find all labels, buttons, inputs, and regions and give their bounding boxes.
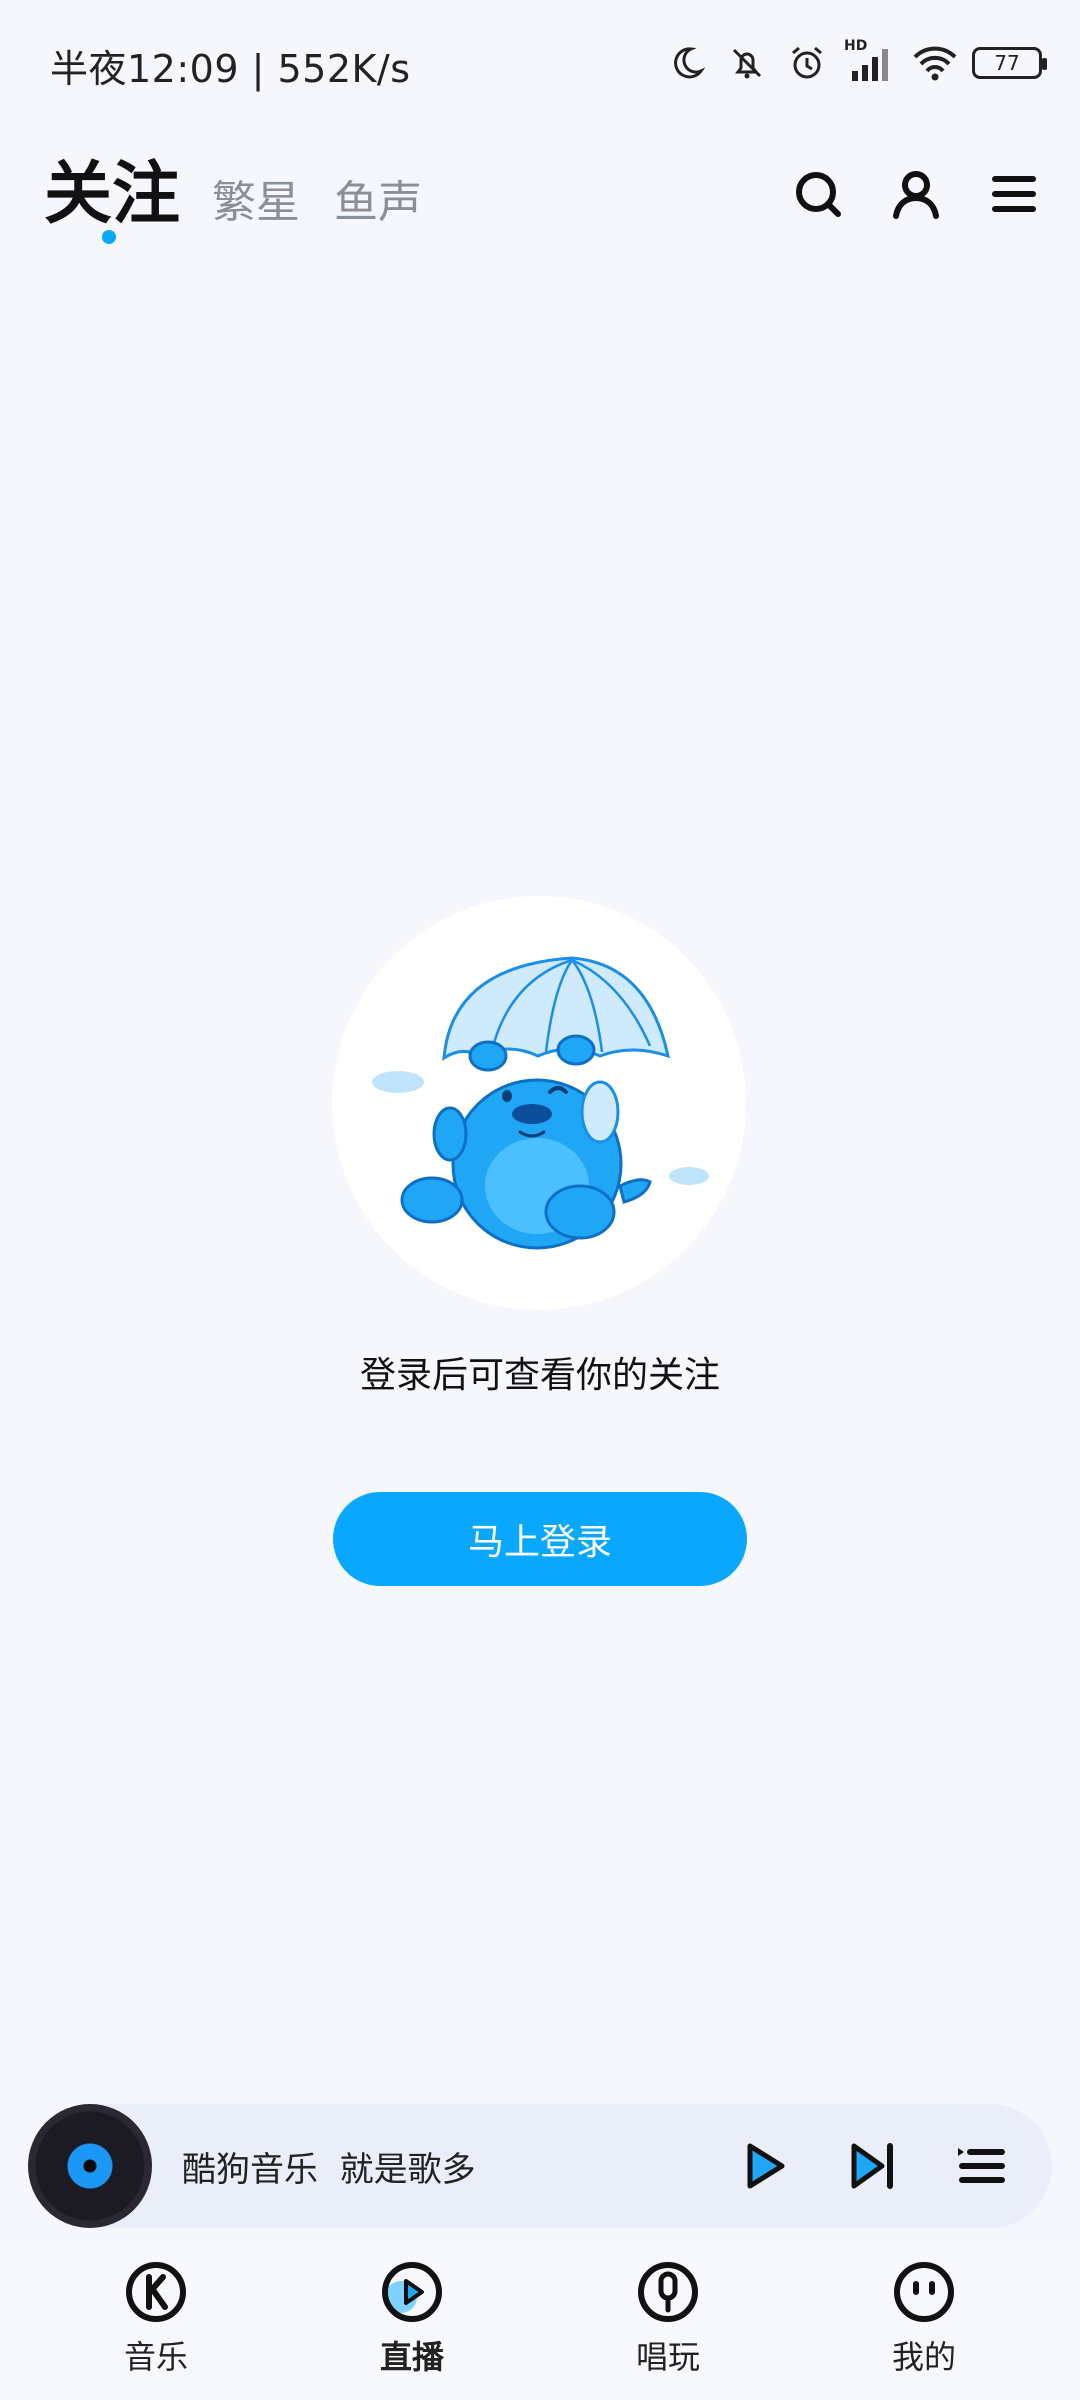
battery-indicator: 77	[972, 47, 1047, 79]
wifi-icon	[912, 40, 958, 86]
playlist-icon[interactable]	[952, 2138, 1008, 2194]
empty-state-illustration	[332, 896, 746, 1310]
moon-icon	[664, 40, 710, 86]
play-icon[interactable]	[736, 2138, 792, 2194]
mute-bell-icon	[724, 40, 770, 86]
nav-item-mine[interactable]: 我的	[844, 2258, 1004, 2378]
page: 半夜12:09 | 552K/s HD 77 关注 繁星 鱼声 登录后可查看你的…	[0, 0, 1080, 2400]
player-controls	[736, 2138, 1008, 2194]
nav-label-sing: 唱玩	[635, 2338, 700, 2376]
profile-icon[interactable]	[890, 168, 942, 220]
live-icon	[378, 2258, 446, 2326]
nav-item-live[interactable]: 直播	[332, 2258, 492, 2378]
nav-label-music: 音乐	[123, 2338, 188, 2376]
menu-icon[interactable]	[988, 168, 1040, 220]
album-disc-icon[interactable]	[28, 2104, 152, 2228]
network-badge: HD	[844, 38, 868, 54]
tab-stars[interactable]: 繁星	[212, 166, 300, 230]
next-icon[interactable]	[844, 2138, 900, 2194]
status-time: 半夜12:09 | 552K/s	[50, 47, 411, 91]
active-tab-indicator	[102, 230, 116, 244]
nav-item-music[interactable]: 音乐	[76, 2258, 236, 2378]
kugou-k-icon	[122, 2258, 190, 2326]
smiley-icon	[890, 2258, 958, 2326]
alarm-icon	[784, 40, 830, 86]
nav-label-live: 直播	[379, 2338, 444, 2376]
top-tab-bar: 关注 繁星 鱼声	[0, 126, 1080, 266]
empty-state-message: 登录后可查看你的关注	[359, 1355, 720, 1396]
player-title[interactable]: 酷狗音乐 就是歌多	[182, 2142, 476, 2191]
header-actions	[792, 168, 1040, 220]
tab-following[interactable]: 关注	[44, 138, 180, 237]
nav-item-sing[interactable]: 唱玩	[588, 2258, 748, 2378]
status-icons: HD 77	[664, 38, 1047, 86]
nav-label-mine: 我的	[891, 2338, 956, 2376]
cell-signal-icon: HD	[844, 38, 898, 86]
status-bar: 半夜12:09 | 552K/s HD 77	[0, 0, 1080, 126]
tab-fish-voice[interactable]: 鱼声	[334, 166, 422, 230]
mini-player[interactable]: 酷狗音乐 就是歌多	[28, 2104, 1052, 2228]
mascot-parachute-icon	[372, 956, 709, 1250]
search-icon[interactable]	[792, 168, 844, 220]
sing-icon	[634, 2258, 702, 2326]
bottom-nav: 音乐 直播 唱玩 我的	[0, 2240, 1080, 2400]
login-button[interactable]: 马上登录	[333, 1492, 747, 1586]
